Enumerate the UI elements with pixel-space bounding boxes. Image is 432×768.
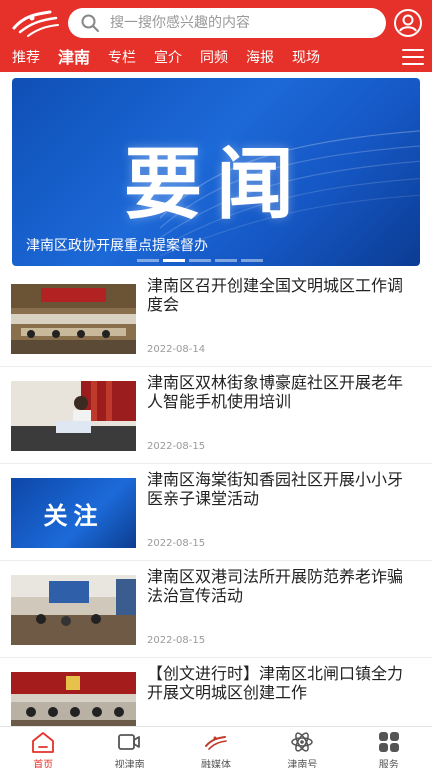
channel-nav: 推荐 津南 专栏 宣介 同频 海报 现场: [0, 44, 432, 72]
news-thumbnail-training: [11, 381, 136, 451]
carousel-dot[interactable]: [189, 259, 211, 262]
news-title: 津南区双港司法所开展防范养老诈骗法治宣传活动: [147, 567, 404, 605]
tab-label: 津南号: [287, 760, 318, 768]
news-item[interactable]: 关注 津南区海棠街知香园社区开展小小牙医亲子课堂活动 2022-08-15: [0, 464, 432, 561]
search-input[interactable]: [110, 15, 370, 31]
tab-service[interactable]: 服务: [346, 727, 432, 768]
tab-recommend[interactable]: 推荐: [0, 44, 49, 72]
news-date: 2022-08-15: [147, 635, 206, 646]
tab-jinnan-account[interactable]: 津南号: [259, 727, 345, 768]
news-title: 津南区海棠街知香园社区开展小小牙医亲子课堂活动: [147, 470, 404, 508]
tab-promotion[interactable]: 宣介: [145, 44, 191, 72]
tab-jinnan[interactable]: 津南: [49, 44, 99, 72]
thumbnail-label: 关注: [43, 501, 104, 530]
headline-banner[interactable]: 要闻 津南区政协开展重点提案督办: [12, 78, 420, 266]
app-logo-icon[interactable]: [10, 6, 62, 38]
news-date: 2022-08-14: [147, 344, 206, 355]
search-icon: [81, 14, 99, 32]
app: 推荐 津南 专栏 宣介 同频 海报 现场 要闻 津南区政协开展重点提案督办: [0, 0, 432, 768]
news-title: 津南区召开创建全国文明城区工作调度会: [147, 276, 404, 314]
news-thumbnail-meeting-hall: [11, 284, 136, 354]
grid-icon: [378, 732, 399, 752]
tab-label: 视津南: [114, 760, 145, 768]
news-item[interactable]: 津南区双林街象博豪庭社区开展老年人智能手机使用培训 2022-08-15: [0, 367, 432, 464]
tab-video[interactable]: 视津南: [86, 727, 172, 768]
tab-label: 服务: [378, 760, 399, 768]
tab-home[interactable]: 首页: [0, 727, 86, 768]
tab-live-scene[interactable]: 现场: [283, 44, 329, 72]
hamburger-menu-icon[interactable]: [402, 49, 424, 67]
news-item[interactable]: 津南区召开创建全国文明城区工作调度会 2022-08-14: [0, 270, 432, 367]
news-thumbnail-lecture: [11, 575, 136, 645]
user-profile-icon[interactable]: [393, 8, 423, 38]
tab-label: 融媒体: [200, 760, 231, 768]
news-title: 津南区双林街象博豪庭社区开展老年人智能手机使用培训: [147, 373, 404, 411]
tab-same-frequency[interactable]: 同频: [191, 44, 237, 72]
news-thumbnail-focus: 关注: [11, 478, 136, 548]
atom-icon: [291, 732, 313, 752]
news-item[interactable]: 津南区双港司法所开展防范养老诈骗法治宣传活动 2022-08-15: [0, 561, 432, 658]
news-date: 2022-08-15: [147, 538, 206, 549]
carousel-dot[interactable]: [137, 259, 159, 262]
news-title: 【创文进行时】津南区北闸口镇全力开展文明城区创建工作: [147, 664, 404, 702]
news-list: 津南区召开创建全国文明城区工作调度会 2022-08-14 津南区双林街象博豪庭…: [0, 270, 432, 755]
search-bar[interactable]: [68, 8, 386, 38]
tab-label: 首页: [33, 760, 54, 768]
banner-caption: 津南区政协开展重点提案督办: [26, 238, 208, 254]
bottom-tab-bar: 首页 视津南 融媒体 津南号 服务: [0, 726, 432, 768]
carousel-dot[interactable]: [241, 259, 263, 262]
tab-media[interactable]: 融媒体: [173, 727, 259, 768]
carousel-dot-active[interactable]: [163, 259, 185, 262]
top-header: 推荐 津南 专栏 宣介 同频 海报 现场: [0, 0, 432, 72]
news-date: 2022-08-15: [147, 441, 206, 452]
tab-poster[interactable]: 海报: [237, 44, 283, 72]
media-logo-icon: [204, 736, 227, 750]
home-icon: [32, 732, 54, 753]
tab-column[interactable]: 专栏: [99, 44, 145, 72]
video-icon: [118, 734, 141, 750]
banner-image-text: 要闻: [123, 140, 308, 230]
carousel-dot[interactable]: [215, 259, 237, 262]
carousel-indicator: [137, 259, 267, 262]
